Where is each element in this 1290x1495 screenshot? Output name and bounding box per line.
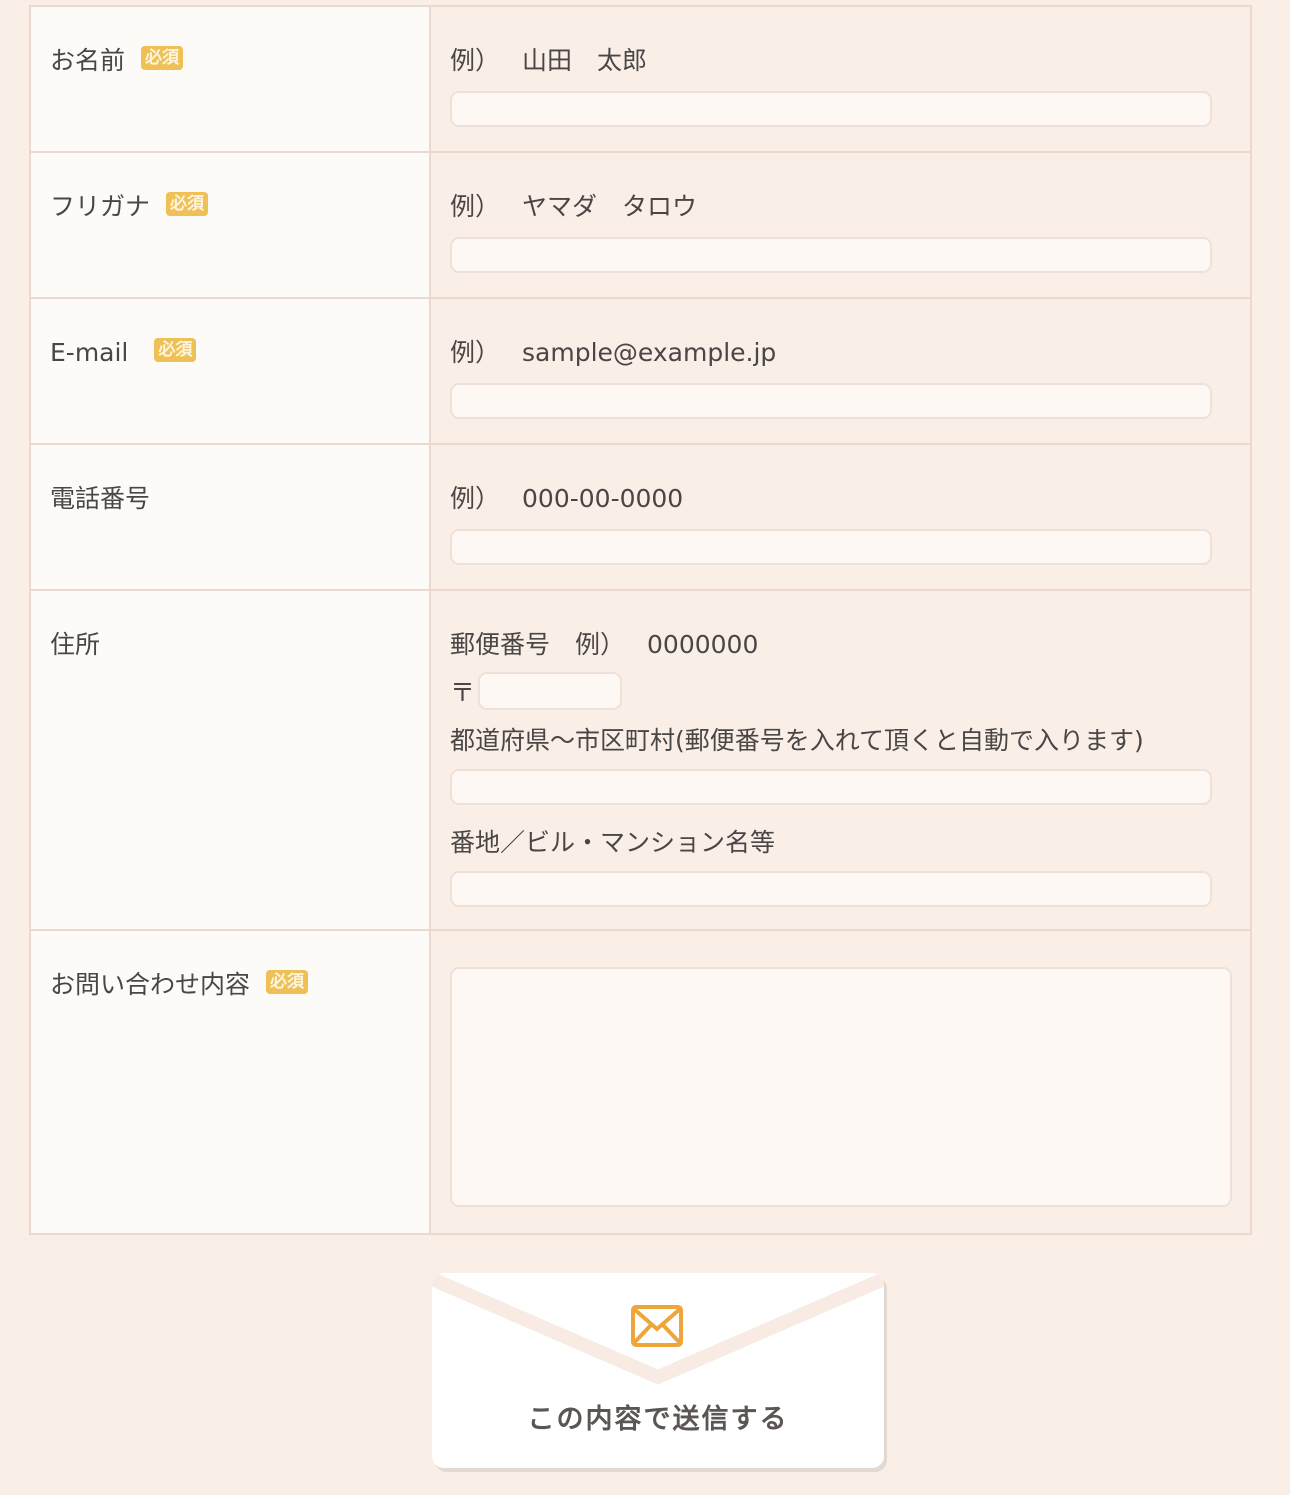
phone-example-text: 000-00-0000 — [522, 484, 684, 513]
street-label: 番地／ビル・マンション名等 — [450, 828, 776, 857]
value-cell-phone: 例） 000-00-0000 — [431, 445, 1252, 589]
email-input[interactable] — [450, 383, 1212, 419]
value-cell-message — [431, 931, 1252, 1233]
phone-label: 電話番号 — [50, 484, 151, 513]
email-example-text: sample@example.jp — [522, 338, 777, 367]
furigana-example-text: ヤマダ タロウ — [522, 192, 698, 221]
postal-mark: 〒 — [450, 678, 476, 707]
example-mark: 例） — [450, 192, 501, 221]
contact-form-table: お名前 必須 例） 山田 太郎 フリガナ 必須 例） ヤマダ タロウ E-mail … — [29, 5, 1252, 1235]
name-example-text: 山田 太郎 — [522, 46, 648, 75]
submit-button[interactable]: この内容で送信する — [432, 1273, 884, 1468]
form-row-name: お名前 必須 例） 山田 太郎 — [31, 7, 1252, 153]
submit-label: この内容で送信する — [527, 1404, 789, 1435]
form-row-phone: 電話番号 例） 000-00-0000 — [31, 445, 1252, 591]
label-cell-address: 住所 — [31, 591, 431, 929]
value-cell-furigana: 例） ヤマダ タロウ — [431, 153, 1252, 297]
label-cell-message: お問い合わせ内容 必須 — [31, 931, 431, 1233]
mail-icon — [631, 1305, 683, 1347]
postal-line: 〒 — [450, 671, 1250, 711]
form-row-message: お問い合わせ内容 必須 — [31, 931, 1252, 1235]
required-badge: 必須 — [154, 338, 197, 362]
postal-example-text: 0000000 — [647, 630, 759, 659]
message-textarea[interactable] — [450, 967, 1232, 1207]
name-example: 例） 山田 太郎 — [450, 43, 1250, 79]
form-row-address: 住所 郵便番号 例） 0000000 〒 都道府県～市区町村(郵便番号を入れて頂く… — [31, 591, 1252, 931]
label-cell-furigana: フリガナ 必須 — [31, 153, 431, 297]
required-badge: 必須 — [166, 192, 209, 216]
postal-label: 郵便番号 例） — [450, 630, 626, 659]
label-cell-email: E-mail 必須 — [31, 299, 431, 443]
email-label: E-mail — [50, 338, 129, 367]
furigana-example: 例） ヤマダ タロウ — [450, 189, 1250, 225]
postal-code-input[interactable] — [478, 672, 622, 710]
example-mark: 例） — [450, 484, 501, 513]
label-cell-phone: 電話番号 — [31, 445, 431, 589]
name-label: お名前 — [50, 46, 126, 75]
furigana-label: フリガナ — [50, 192, 151, 221]
label-cell-name: お名前 必須 — [31, 7, 431, 151]
form-row-email: E-mail 必須 例） sample@example.jp — [31, 299, 1252, 445]
name-input[interactable] — [450, 91, 1212, 127]
address-label: 住所 — [50, 630, 101, 659]
furigana-input[interactable] — [450, 237, 1212, 273]
value-cell-name: 例） 山田 太郎 — [431, 7, 1252, 151]
email-example: 例） sample@example.jp — [450, 335, 1250, 371]
street-input[interactable] — [450, 871, 1212, 907]
example-mark: 例） — [450, 338, 501, 367]
postal-example: 郵便番号 例） 0000000 — [450, 627, 1250, 663]
value-cell-address: 郵便番号 例） 0000000 〒 都道府県～市区町村(郵便番号を入れて頂くと自動… — [431, 591, 1252, 929]
required-badge: 必須 — [266, 970, 309, 994]
required-badge: 必須 — [141, 46, 184, 70]
prefecture-label: 都道府県～市区町村(郵便番号を入れて頂くと自動で入ります) — [450, 726, 1144, 755]
message-label: お問い合わせ内容 — [50, 970, 251, 999]
prefecture-input[interactable] — [450, 769, 1212, 805]
form-row-furigana: フリガナ 必須 例） ヤマダ タロウ — [31, 153, 1252, 299]
phone-input[interactable] — [450, 529, 1212, 565]
value-cell-email: 例） sample@example.jp — [431, 299, 1252, 443]
envelope-flap-graphic — [432, 1273, 884, 1384]
example-mark: 例） — [450, 46, 501, 75]
phone-example: 例） 000-00-0000 — [450, 481, 1250, 517]
